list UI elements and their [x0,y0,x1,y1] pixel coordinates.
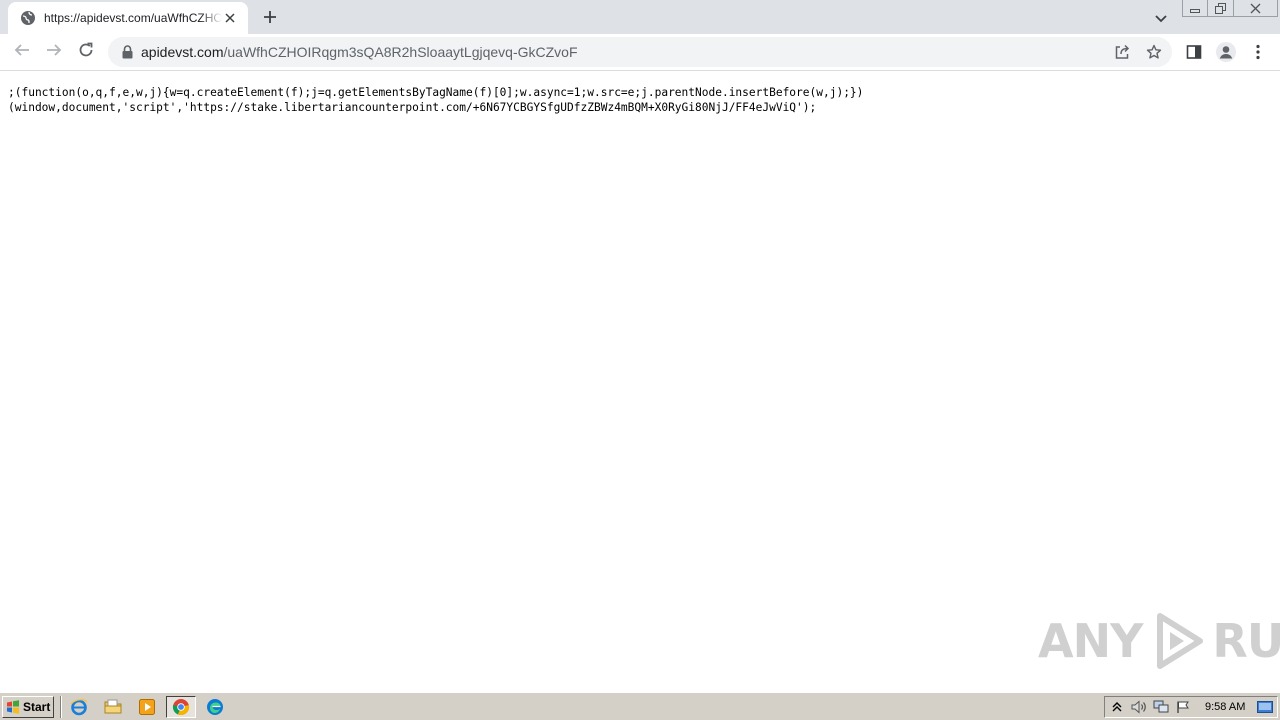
internet-explorer-icon[interactable] [66,696,92,718]
side-panel-icon[interactable] [1182,40,1206,64]
close-window-button[interactable] [1234,0,1278,17]
start-label: Start [23,700,51,714]
minimize-icon [1190,0,1200,18]
lock-icon[interactable] [120,44,134,60]
edge-icon[interactable] [202,696,228,718]
profile-icon[interactable] [1214,40,1238,64]
address-bar[interactable]: apidevst.com/uaWfhCZHOIRqgm3sQA8R2hSloaa… [108,37,1172,67]
page-content: ;(function(o,q,f,e,w,j){w=q.createElemen… [0,72,1280,692]
chrome-icon[interactable] [166,696,196,718]
window-controls [1182,0,1278,18]
kebab-menu-icon[interactable] [1246,40,1270,64]
restore-icon [1215,0,1226,18]
chevron-down-icon [1155,8,1167,27]
source-line: ;(function(o,q,f,e,w,j){w=q.createElemen… [8,86,864,99]
tab-strip: https://apidevst.com/uaWfhCZHOIRqgm3sQA8… [0,0,1280,34]
browser-tab[interactable]: https://apidevst.com/uaWfhCZHOIRqgm3sQA8… [8,2,248,34]
close-tab-icon[interactable] [222,10,238,26]
globe-icon [20,10,36,26]
taskbar-divider [60,696,62,718]
show-hidden-icons-icon[interactable] [1107,698,1127,716]
watermark-text-right: RUN [1212,614,1280,668]
windows-logo-icon [7,700,19,714]
play-logo-icon [1157,613,1204,669]
show-desktop-icon[interactable] [1255,698,1275,716]
url-text[interactable]: apidevst.com/uaWfhCZHOIRqgm3sQA8R2hSloaa… [141,44,578,60]
back-arrow-icon [14,42,30,62]
forward-arrow-icon [46,42,62,62]
minimize-button[interactable] [1182,0,1208,17]
reload-button[interactable] [72,38,100,66]
system-tray: 9:58 AM [1104,696,1278,718]
taskbar: Start 9:58 AM [0,692,1280,720]
plus-icon [263,9,277,28]
page-source-text: ;(function(o,q,f,e,w,j){w=q.createElemen… [8,85,863,115]
source-line: (window,document,'script','https://stake… [8,101,817,114]
share-icon[interactable] [1112,42,1132,62]
tab-title: https://apidevst.com/uaWfhCZHOIRqgm3sQA8… [44,11,222,25]
url-path: /uaWfhCZHOIRqgm3sQA8R2hSloaaytLgjqevq-Gk… [223,44,578,60]
browser-toolbar: apidevst.com/uaWfhCZHOIRqgm3sQA8R2hSloaa… [0,34,1280,71]
star-icon[interactable] [1144,42,1164,62]
taskbar-clock[interactable]: 9:58 AM [1205,701,1245,713]
tab-search-button[interactable] [1150,6,1172,28]
volume-icon[interactable] [1129,698,1149,716]
reload-icon [78,42,94,62]
media-player-icon[interactable] [134,696,160,718]
forward-button[interactable] [40,38,68,66]
back-button[interactable] [8,38,36,66]
folder-icon[interactable] [100,696,126,718]
restore-button[interactable] [1208,0,1234,17]
anyrun-watermark: ANY RUN [1038,610,1280,672]
watermark-text-left: ANY [1038,614,1143,668]
new-tab-button[interactable] [258,6,282,30]
action-center-flag-icon[interactable] [1173,698,1193,716]
close-icon [1250,0,1261,18]
network-icon[interactable] [1151,698,1171,716]
start-button[interactable]: Start [2,696,54,718]
url-host: apidevst.com [141,44,224,60]
